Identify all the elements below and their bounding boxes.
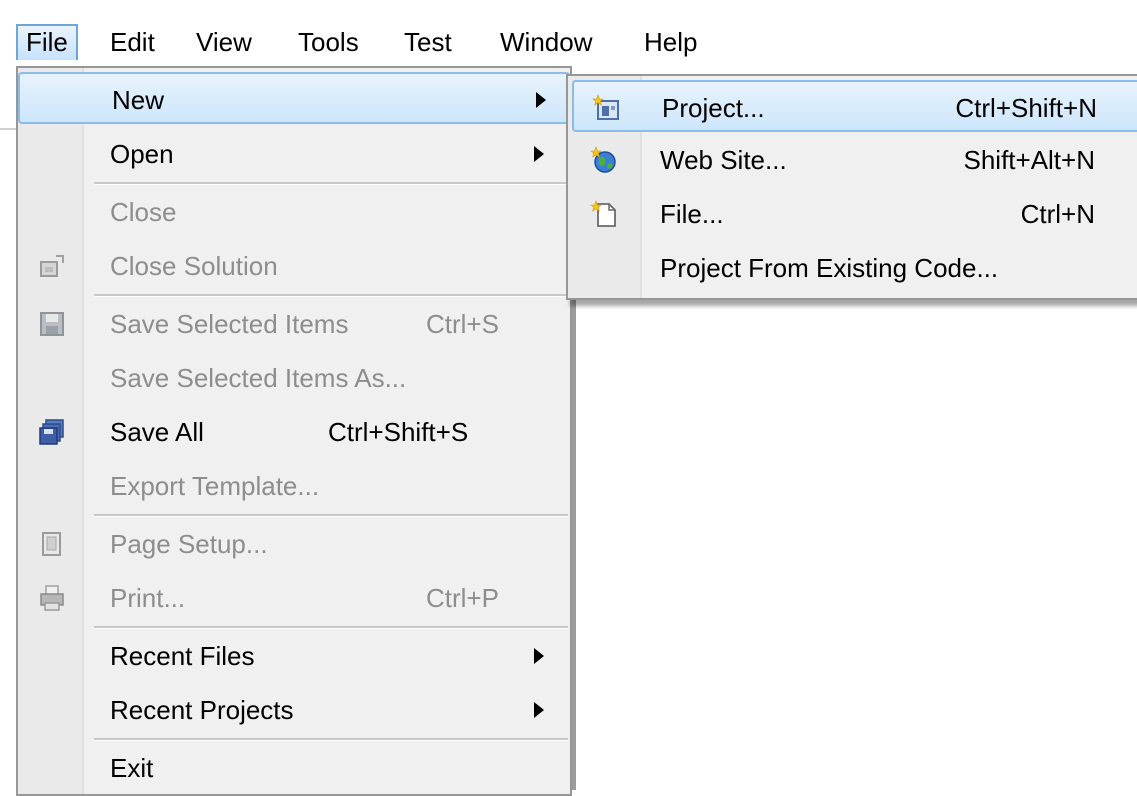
window-border: [572, 300, 576, 790]
menu-item-label: Save Selected Items: [110, 309, 349, 339]
shortcut-label: Ctrl+Shift+S: [328, 417, 469, 447]
submenu-arrow-icon: [536, 92, 546, 108]
menu-item-label: Save All: [110, 417, 204, 447]
menu-view[interactable]: View: [188, 24, 260, 60]
menu-item-save-selected[interactable]: Save Selected Items Ctrl+S: [18, 298, 570, 350]
shortcut-label: Ctrl+P: [426, 583, 499, 613]
menu-separator: [94, 294, 568, 297]
menu-item-label: Export Template...: [110, 471, 320, 501]
submenu-item-file[interactable]: File... Ctrl+N: [572, 188, 1137, 240]
submenu-item-label: Project From Existing Code...: [660, 253, 999, 283]
menu-item-page-setup[interactable]: Page Setup...: [18, 518, 570, 570]
menu-item-label: Page Setup...: [110, 529, 268, 559]
menu-separator: [94, 514, 568, 517]
menu-item-label: Print...: [110, 583, 186, 613]
submenu-arrow-icon: [534, 702, 544, 718]
menu-help[interactable]: Help: [636, 24, 705, 60]
save-icon: [40, 312, 64, 336]
submenu-item-label: Project...: [662, 93, 765, 123]
menu-item-save-selected-as[interactable]: Save Selected Items As...: [18, 352, 570, 404]
menu-tools[interactable]: Tools: [290, 24, 367, 60]
menu-item-print[interactable]: Print... Ctrl+P: [18, 572, 570, 624]
menu-item-exit[interactable]: Exit: [18, 742, 570, 794]
menu-item-label: Recent Projects: [110, 695, 294, 725]
submenu-arrow-icon: [534, 648, 544, 664]
menu-separator: [94, 626, 568, 629]
menu-file[interactable]: File: [16, 24, 78, 60]
menu-item-label: Recent Files: [110, 641, 255, 671]
submenu-item-project[interactable]: Project... Ctrl+Shift+N: [572, 80, 1137, 132]
menu-item-open[interactable]: Open: [18, 128, 570, 180]
printer-icon: [40, 585, 64, 611]
menu-item-label: New: [112, 85, 165, 115]
submenu-item-label: Web Site...: [660, 145, 787, 175]
submenu-item-web-site[interactable]: Web Site... Shift+Alt+N: [572, 134, 1137, 186]
menu-bar: File Edit View Tools Test Window Help: [0, 0, 1137, 68]
new-file-icon: [590, 200, 616, 227]
file-menu-dropdown: New Open Close Close Solution Save Selec…: [16, 66, 572, 796]
page-setup-icon: [42, 532, 61, 556]
menu-item-label: Close: [110, 197, 177, 227]
menu-window[interactable]: Window: [492, 24, 600, 60]
shortcut-label: Shift+Alt+N: [963, 145, 1095, 175]
new-project-icon: [592, 94, 619, 120]
menu-item-label: Save Selected Items As...: [110, 363, 407, 393]
submenu-item-project-from-existing-code[interactable]: Project From Existing Code...: [572, 242, 1137, 294]
menu-separator: [94, 738, 568, 741]
menu-item-label: Exit: [110, 753, 154, 783]
menu-item-close-solution[interactable]: Close Solution: [18, 240, 570, 292]
globe-icon: [590, 146, 616, 173]
menu-item-save-all[interactable]: Save All Ctrl+Shift+S: [18, 406, 570, 458]
menu-item-export-template[interactable]: Export Template...: [18, 460, 570, 512]
menu-item-label: Close Solution: [110, 251, 278, 281]
shortcut-label: Ctrl+Shift+N: [955, 93, 1097, 123]
close-solution-icon: [40, 255, 64, 277]
menu-item-close[interactable]: Close: [18, 186, 570, 238]
menu-item-label: Open: [110, 139, 174, 169]
submenu-arrow-icon: [534, 146, 544, 162]
menu-item-new[interactable]: New: [18, 72, 570, 124]
shortcut-label: Ctrl+N: [1020, 199, 1095, 229]
menu-test[interactable]: Test: [396, 24, 460, 60]
menu-edit[interactable]: Edit: [102, 24, 163, 60]
window-edge: [0, 128, 16, 130]
save-all-icon: [39, 419, 64, 445]
submenu-item-label: File...: [660, 199, 724, 229]
new-submenu: Project... Ctrl+Shift+N Web Site... Shif…: [566, 74, 1137, 300]
menu-item-recent-files[interactable]: Recent Files: [18, 630, 570, 682]
menu-separator: [94, 182, 568, 185]
menu-item-recent-projects[interactable]: Recent Projects: [18, 684, 570, 736]
shortcut-label: Ctrl+S: [426, 309, 499, 339]
